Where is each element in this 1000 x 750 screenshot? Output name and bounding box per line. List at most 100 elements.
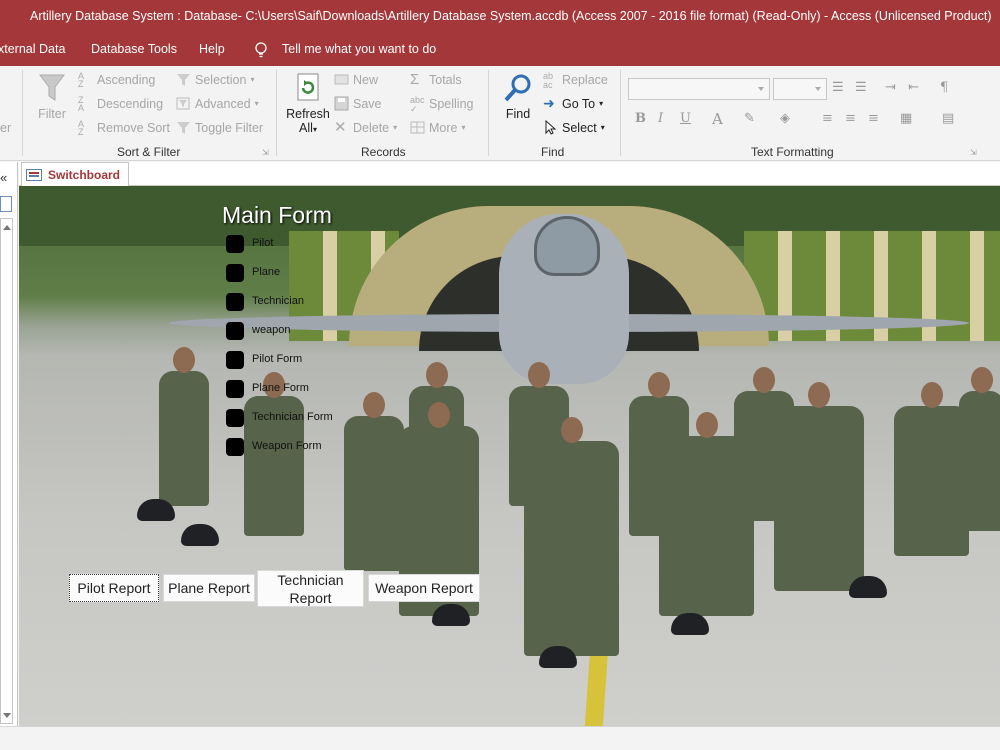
bullets-icon[interactable]: ☰: [832, 80, 844, 95]
menu-button-pilot-form[interactable]: [226, 351, 244, 369]
advanced-button[interactable]: Advanced ▾: [176, 96, 259, 111]
nav-scrollbar[interactable]: [0, 218, 13, 724]
alternate-row-color-icon[interactable]: ▦: [900, 111, 912, 126]
menu-button-weapon[interactable]: [226, 322, 244, 340]
menu-button-technician-form[interactable]: [226, 409, 244, 427]
menu-button-pilot[interactable]: [226, 235, 244, 253]
tab-help[interactable]: Help: [199, 33, 225, 66]
menu-button-weapon-form[interactable]: [226, 438, 244, 456]
indent-decrease-icon[interactable]: ⇤: [908, 80, 919, 95]
underline-button[interactable]: U: [680, 111, 691, 126]
align-left-icon[interactable]: ≡: [822, 111, 833, 126]
menu-label-plane: Plane: [252, 266, 281, 278]
ribbon-cutoff-label: er: [0, 121, 12, 135]
sort-ascending-icon: AZ: [78, 71, 85, 89]
menu-label-technician-form: Technician Form: [252, 411, 333, 423]
select-button[interactable]: Select ▾: [543, 120, 605, 135]
tab-database-tools[interactable]: Database Tools: [91, 33, 177, 66]
italic-button[interactable]: I: [658, 111, 663, 126]
remove-sort-button[interactable]: AZ Remove Sort: [78, 119, 170, 137]
filter-button[interactable]: Filter: [35, 72, 69, 121]
dialog-launcher-icon[interactable]: ⇲: [970, 148, 977, 157]
menu-button-plane-form[interactable]: [226, 380, 244, 398]
selection-filter-icon: [177, 74, 190, 86]
goto-button[interactable]: ➜ Go To ▾: [543, 96, 603, 111]
indent-increase-icon[interactable]: ⇥: [885, 80, 896, 95]
pilot-report-button[interactable]: Pilot Report: [68, 573, 160, 603]
save-record-button[interactable]: Save: [334, 96, 382, 111]
remove-sort-icon: AZ: [78, 119, 85, 137]
photo-pilot: [344, 392, 404, 571]
replace-label: Replace: [562, 72, 608, 87]
switchboard-form: Main Form Pilot Plane Technician weapon …: [19, 186, 1000, 726]
ribbon-separator: [620, 70, 621, 156]
photo-helmet: [671, 613, 709, 635]
photo-helmet: [137, 499, 175, 521]
window-title: Artillery Database System : Database- C:…: [30, 9, 992, 23]
collapse-nav-pane-icon[interactable]: «: [0, 170, 7, 185]
tab-external-data[interactable]: xternal Data: [0, 33, 65, 66]
find-button[interactable]: Find: [500, 72, 536, 121]
ascending-button[interactable]: AZ Ascending: [78, 71, 156, 89]
save-icon: [334, 96, 349, 111]
align-right-icon[interactable]: ≡: [868, 111, 879, 126]
descending-button[interactable]: ZA Descending: [78, 96, 163, 113]
ribbon-tab-bar: xternal Data Database Tools Help Tell me…: [0, 33, 1000, 66]
selection-button[interactable]: Selection ▾: [176, 72, 254, 87]
new-record-icon: [334, 74, 349, 85]
window-title-bar: Artillery Database System : Database- C:…: [0, 0, 1000, 33]
menu-label-weapon-form: Weapon Form: [252, 440, 322, 452]
nav-search-icon[interactable]: [0, 196, 12, 212]
text-formatting-group-label: Text Formatting: [751, 145, 834, 159]
tell-me-search[interactable]: Tell me what you want to do: [282, 33, 436, 66]
totals-label: Totals: [429, 72, 462, 87]
toggle-filter-icon: [177, 122, 190, 134]
toggle-filter-button[interactable]: Toggle Filter: [176, 120, 263, 135]
numbering-icon[interactable]: ☰: [855, 80, 867, 95]
replace-icon: ab ac: [543, 71, 554, 90]
ascending-label: Ascending: [97, 72, 156, 87]
delete-record-button[interactable]: ✕ Delete ▾: [334, 120, 397, 135]
scroll-down-icon[interactable]: [3, 713, 11, 718]
scroll-up-icon[interactable]: [3, 225, 11, 230]
ribbon-separator: [488, 70, 489, 156]
technician-report-button[interactable]: Technician Report: [257, 570, 364, 607]
form-icon: [26, 168, 42, 181]
menu-button-plane[interactable]: [226, 264, 244, 282]
more-grid-icon: [410, 121, 425, 134]
dialog-launcher-icon[interactable]: ⇲: [262, 148, 269, 157]
toggle-filter-label: Toggle Filter: [195, 120, 264, 135]
menu-button-technician[interactable]: [226, 293, 244, 311]
tab-switchboard[interactable]: Switchboard: [21, 162, 129, 186]
highlight-icon[interactable]: ✎: [744, 111, 755, 126]
fill-color-icon[interactable]: ◈: [780, 111, 790, 126]
new-record-button[interactable]: New: [334, 72, 378, 87]
replace-button[interactable]: ab ac Replace: [543, 71, 608, 90]
remove-sort-label: Remove Sort: [97, 120, 170, 135]
align-center-icon[interactable]: ≡: [845, 111, 856, 126]
plane-report-button[interactable]: Plane Report: [163, 574, 255, 602]
more-button[interactable]: More ▾: [410, 120, 466, 135]
tab-switchboard-label: Switchboard: [48, 167, 121, 182]
photo-pilot: [159, 347, 209, 506]
refresh-all-button[interactable]: Refresh All▾: [285, 72, 331, 135]
menu-label-pilot-form: Pilot Form: [252, 353, 303, 365]
gridlines-icon[interactable]: ▤: [942, 111, 954, 126]
font-color-button[interactable]: A: [712, 110, 723, 128]
totals-button[interactable]: Σ Totals: [410, 72, 462, 87]
funnel-icon: [39, 74, 65, 101]
menu-label-pilot: Pilot: [252, 237, 274, 249]
font-name-combo[interactable]: [628, 78, 770, 100]
find-label: Find: [505, 107, 531, 121]
spelling-button[interactable]: abc ✓ Spelling: [410, 96, 473, 114]
bold-button[interactable]: B: [635, 111, 646, 126]
font-size-combo[interactable]: [773, 78, 827, 100]
weapon-report-button[interactable]: Weapon Report: [368, 574, 480, 602]
paragraph-direction-icon[interactable]: ¶: [940, 80, 948, 95]
select-label: Select: [562, 120, 597, 135]
refresh-label: Refresh: [286, 107, 330, 121]
ribbon: er Filter AZ Ascending ZA Descending AZ …: [0, 66, 1000, 161]
goto-label: Go To: [562, 96, 596, 111]
delete-label: Delete: [353, 120, 390, 135]
photo-helmet: [181, 524, 219, 546]
